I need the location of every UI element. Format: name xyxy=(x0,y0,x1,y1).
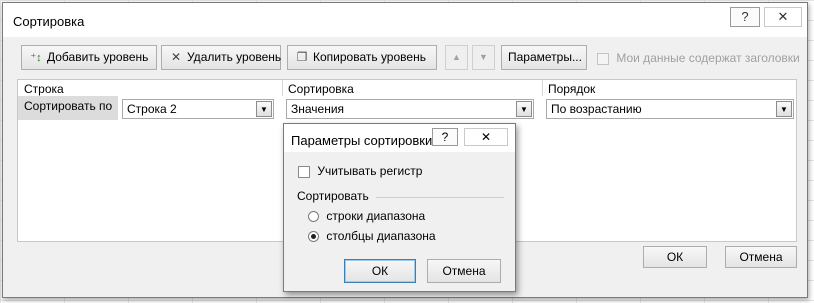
help-icon: ? xyxy=(741,9,749,24)
close-button[interactable]: ✕ xyxy=(764,7,802,27)
sort-on-select[interactable]: Значения ▼ xyxy=(286,99,534,119)
copy-level-button[interactable]: ❐ Копировать уровень xyxy=(287,45,437,70)
add-level-button[interactable]: ⁺↕ Добавить уровень xyxy=(21,45,157,70)
options-help-button[interactable]: ? xyxy=(432,128,458,146)
ok-label: ОК xyxy=(666,250,684,264)
case-sensitive-label: Учитывать регистр xyxy=(317,164,423,178)
sort-rows-option[interactable]: строки диапазона xyxy=(308,209,425,223)
sort-toolbar: ⁺↕ Добавить уровень ✕ Удалить уровень ❐ Коп… xyxy=(17,45,801,71)
help-icon: ? xyxy=(441,130,449,144)
headers-checkbox-row[interactable]: Мои данные содержат заголовки xyxy=(597,51,800,65)
help-button[interactable]: ? xyxy=(730,7,760,27)
options-close-button[interactable]: ✕ xyxy=(464,128,508,146)
sort-dialog-titlebar: Сортировка ? ✕ xyxy=(3,3,807,37)
chevron-down-icon[interactable]: ▼ xyxy=(776,101,792,117)
group-divider xyxy=(376,197,504,198)
sort-columns-radio[interactable] xyxy=(308,231,319,243)
sort-by-label: Сортировать по xyxy=(18,96,118,120)
case-sensitive-checkbox[interactable] xyxy=(298,165,310,178)
row-select[interactable]: Строка 2 ▼ xyxy=(122,99,274,119)
sort-options-title: Параметры сортировки xyxy=(291,133,433,148)
arrow-down-icon: ▼ xyxy=(479,52,488,62)
sort-rows-label: строки диапазона xyxy=(326,209,426,223)
chevron-down-icon[interactable]: ▼ xyxy=(256,101,272,117)
sort-columns-option[interactable]: столбцы диапазона xyxy=(308,229,436,243)
row-select-value: Строка 2 xyxy=(127,102,177,116)
column-divider xyxy=(282,80,283,96)
delete-level-label: Удалить уровень xyxy=(187,50,282,64)
headers-checkbox[interactable] xyxy=(597,52,609,65)
delete-x-icon: ✕ xyxy=(170,50,182,64)
options-button[interactable]: Параметры... xyxy=(501,45,587,70)
move-up-button[interactable]: ▲ xyxy=(445,45,468,70)
close-icon: ✕ xyxy=(480,130,492,144)
column-header-row: Строка xyxy=(24,82,64,96)
copy-icon: ❐ xyxy=(296,50,308,64)
columns-header: Строка Сортировка Порядок xyxy=(17,79,797,97)
options-ok-label: ОК xyxy=(371,264,389,278)
dialog-title: Сортировка xyxy=(13,14,85,29)
column-header-order: Порядок xyxy=(548,82,596,96)
chevron-down-icon[interactable]: ▼ xyxy=(516,101,532,117)
sort-on-select-value: Значения xyxy=(291,102,345,116)
options-cancel-label: Отмена xyxy=(442,264,486,278)
sort-options-titlebar: Параметры сортировки ? ✕ xyxy=(284,124,515,152)
order-select-value: По возрастанию xyxy=(551,102,642,116)
options-cancel-button[interactable]: Отмена xyxy=(427,259,501,283)
delete-level-button[interactable]: ✕ Удалить уровень xyxy=(161,45,281,70)
arrow-up-icon: ▲ xyxy=(452,52,461,62)
sort-columns-label: столбцы диапазона xyxy=(326,229,436,243)
column-divider xyxy=(542,80,543,96)
copy-level-label: Копировать уровень xyxy=(313,50,426,64)
move-down-button[interactable]: ▼ xyxy=(472,45,495,70)
close-icon: ✕ xyxy=(777,9,789,24)
add-level-icon: ⁺↕ xyxy=(30,52,42,64)
ok-button[interactable]: ОК xyxy=(643,246,707,268)
sort-options-dialog: Параметры сортировки ? ✕ Учитывать регис… xyxy=(283,123,516,292)
orientation-group-label: Сортировать xyxy=(297,189,369,203)
cancel-button[interactable]: Отмена xyxy=(725,246,797,268)
add-level-label: Добавить уровень xyxy=(47,50,149,64)
sort-rows-radio[interactable] xyxy=(308,211,319,223)
options-ok-button[interactable]: ОК xyxy=(344,259,416,283)
case-sensitive-row[interactable]: Учитывать регистр xyxy=(298,164,422,178)
order-select[interactable]: По возрастанию ▼ xyxy=(546,99,794,119)
column-header-sort: Сортировка xyxy=(288,82,354,96)
cancel-label: Отмена xyxy=(739,250,783,264)
options-label: Параметры... xyxy=(508,50,582,64)
headers-checkbox-label: Мои данные содержат заголовки xyxy=(616,51,800,65)
